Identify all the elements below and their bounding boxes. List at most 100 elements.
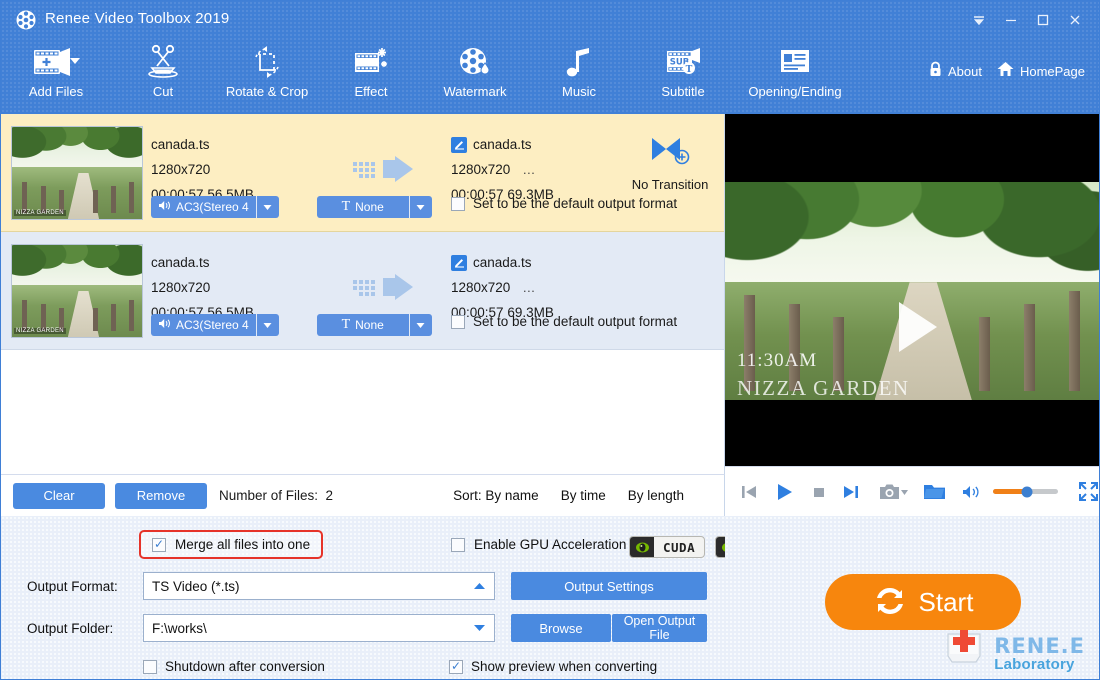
show-preview-checkbox[interactable]: Show preview when converting [449, 659, 657, 674]
brand-subtitle: Laboratory [994, 656, 1075, 674]
tool-opening-ending[interactable]: Opening/Ending [735, 37, 855, 111]
speaker-icon [158, 200, 171, 214]
maximize-button[interactable] [1027, 7, 1059, 33]
minimize-button[interactable] [995, 7, 1027, 33]
snapshot-button[interactable] [879, 482, 909, 502]
more-options-icon[interactable]: … [522, 162, 537, 177]
options-panel: Merge all files into one Enable GPU Acce… [1, 516, 800, 679]
thumbnail-caption: NIZZA GARDEN [14, 328, 66, 334]
sort-controls: Sort: By name By time By length [453, 488, 684, 503]
watermark-icon [456, 41, 494, 83]
clear-button[interactable]: Clear [13, 482, 105, 509]
checkbox-box[interactable] [449, 659, 463, 674]
merge-all-files-checkbox[interactable]: Merge all files into one [139, 530, 324, 559]
open-folder-button[interactable] [923, 482, 946, 501]
output-filename: canada.ts [473, 137, 532, 152]
preview-overlay-place: NIZZA GARDEN [737, 376, 910, 400]
sort-label: Sort: By name [453, 488, 539, 503]
output-settings-button[interactable]: Output Settings [511, 572, 707, 600]
svg-text:T: T [686, 65, 693, 75]
tool-subtitle[interactable]: SUB T Subtitle [631, 37, 735, 111]
chevron-down-icon[interactable] [257, 196, 279, 218]
edit-icon[interactable] [451, 254, 467, 271]
tool-add-files[interactable]: Add Files [1, 37, 111, 111]
gpu-acceleration-checkbox[interactable]: Enable GPU Acceleration [451, 537, 626, 552]
skin-button[interactable] [963, 7, 995, 33]
chevron-down-icon[interactable] [257, 314, 279, 336]
chevron-up-icon[interactable] [473, 579, 486, 594]
transition-button[interactable]: No Transition [622, 134, 718, 192]
checkbox-box[interactable] [152, 537, 166, 552]
table-row[interactable]: NIZZA GARDEN canada.ts 1280x720 00:00:57… [1, 114, 724, 232]
source-filename: canada.ts [151, 137, 210, 152]
row-track-controls: AC3(Stereo 4 T None [151, 314, 432, 336]
file-count-value: 2 [325, 488, 334, 503]
checkbox-box[interactable] [451, 537, 465, 552]
volume-slider[interactable] [993, 486, 1058, 497]
homepage-link[interactable]: HomePage [992, 59, 1089, 83]
lock-icon [928, 61, 943, 81]
remove-button[interactable]: Remove [115, 482, 207, 509]
output-folder-value: F:\works\ [152, 620, 207, 636]
table-row[interactable]: NIZZA GARDEN canada.ts 1280x720 00:00:57… [1, 232, 724, 350]
video-preview[interactable]: 11:30AM NIZZA GARDEN [725, 114, 1099, 466]
nvidia-eye-icon [630, 537, 654, 557]
volume-button[interactable] [962, 484, 981, 500]
about-link[interactable]: About [924, 59, 986, 83]
checkbox-box[interactable] [451, 314, 465, 329]
file-count-label: Number of Files: [219, 488, 319, 503]
tool-music[interactable]: Music [527, 37, 631, 111]
file-list[interactable]: NIZZA GARDEN canada.ts 1280x720 00:00:57… [1, 114, 725, 474]
tool-watermark[interactable]: Watermark [423, 37, 527, 111]
subtitle-track-select[interactable]: T None [316, 314, 432, 336]
output-format-select[interactable]: TS Video (*.ts) [143, 572, 495, 600]
default-output-format-checkbox[interactable]: Set to be the default output format [451, 314, 677, 329]
shutdown-after-conversion-checkbox[interactable]: Shutdown after conversion [143, 659, 325, 674]
tool-rotate-crop[interactable]: Rotate & Crop [215, 37, 319, 111]
chevron-down-icon[interactable] [410, 314, 432, 336]
stop-button[interactable] [811, 484, 827, 500]
play-overlay-button[interactable] [873, 288, 951, 371]
preview-overlay-time: 11:30AM [737, 350, 818, 371]
chevron-down-icon[interactable] [473, 621, 486, 636]
video-thumbnail[interactable]: NIZZA GARDEN [11, 244, 143, 338]
subtitle-track-select[interactable]: T None [316, 196, 432, 218]
edit-icon[interactable] [451, 136, 467, 153]
header: Renee Video Toolbox 2019 Add Files Cut R… [1, 1, 1099, 114]
tool-cut[interactable]: Cut [111, 37, 215, 111]
tool-label: Music [562, 84, 596, 99]
output-folder-input[interactable]: F:\works\ [143, 614, 495, 642]
tool-label: Cut [152, 84, 174, 99]
convert-arrow-icon [353, 274, 415, 305]
video-thumbnail[interactable]: NIZZA GARDEN [11, 126, 143, 220]
next-button[interactable] [841, 482, 861, 502]
open-output-file-button[interactable]: Open Output File [612, 614, 707, 642]
sort-by-length[interactable]: By length [628, 488, 684, 503]
default-output-format-checkbox[interactable]: Set to be the default output format [451, 196, 677, 211]
output-format-value: TS Video (*.ts) [152, 578, 240, 594]
file-count: Number of Files: 2 [219, 488, 333, 503]
volume-knob[interactable] [1021, 486, 1033, 497]
checkbox-box[interactable] [451, 196, 465, 211]
transition-label: No Transition [631, 177, 709, 192]
more-options-icon[interactable]: … [522, 280, 537, 295]
play-button[interactable] [773, 481, 795, 503]
audio-track-select[interactable]: AC3(Stereo 4 [151, 314, 279, 336]
default-output-format-label: Set to be the default output format [473, 196, 678, 211]
fullscreen-button[interactable] [1078, 481, 1099, 502]
close-button[interactable] [1059, 7, 1091, 33]
subtitle-track-value: None [355, 318, 384, 332]
chevron-down-icon[interactable] [410, 196, 432, 218]
checkbox-box[interactable] [143, 659, 157, 674]
tool-effect[interactable]: Effect [319, 37, 423, 111]
sort-by-time[interactable]: By time [561, 488, 606, 503]
subtitle-track-value: None [355, 200, 384, 214]
row-track-controls: AC3(Stereo 4 T None [151, 196, 432, 218]
audio-track-select[interactable]: AC3(Stereo 4 [151, 196, 279, 218]
sort-by-name[interactable]: By name [485, 488, 538, 503]
previous-button[interactable] [739, 482, 759, 502]
cuda-badge[interactable]: CUDA [629, 536, 706, 558]
rotate-crop-icon [248, 41, 286, 83]
browse-button[interactable]: Browse [511, 614, 611, 642]
brand-name: RENE.E [994, 634, 1085, 659]
